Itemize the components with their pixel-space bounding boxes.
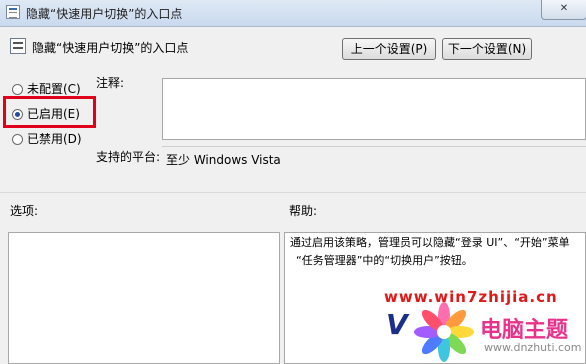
radio-button-icon[interactable] (12, 134, 23, 145)
comment-label: 注释: (96, 76, 125, 90)
help-label: 帮助: (289, 204, 318, 218)
radio-label-not-configured: 未配置(C) (27, 82, 81, 96)
watermark-brand: 电脑主题 (480, 318, 569, 343)
help-text-line: “任务管理器”中的“切换用户”按钮。 (296, 254, 473, 267)
help-text-line: 通过启用该策略，管理员可以隐藏“登录 UI”、“开始”菜单 (290, 236, 570, 249)
radio-label-disabled: 已禁用(D) (27, 132, 82, 146)
watermark-letter: V (386, 308, 408, 341)
policy-title: 隐藏“快速用户切换”的入口点 (32, 41, 189, 55)
help-text: 通过启用该策略，管理员可以隐藏“登录 UI”、“开始”菜单 “任务管理器”中的“… (290, 234, 586, 270)
close-button[interactable]: ✕ (541, 0, 586, 20)
previous-setting-button[interactable]: 上一个设置(P) (342, 38, 436, 60)
section-divider (0, 192, 586, 193)
comment-textarea[interactable] (162, 78, 586, 140)
next-setting-button[interactable]: 下一个设置(N) (442, 38, 532, 60)
window-title: 隐藏“快速用户切换”的入口点 (26, 7, 183, 21)
flower-logo-icon (414, 302, 474, 362)
policy-setting-icon (10, 38, 26, 54)
radio-button-icon[interactable] (12, 84, 23, 95)
title-bar: 隐藏“快速用户切换”的入口点 ✕ (0, 0, 586, 27)
options-panel (8, 232, 280, 364)
watermark-url-secondary: www.dnzhuti.com (484, 341, 582, 354)
radio-not-configured[interactable]: 未配置(C) (12, 80, 81, 97)
highlight-annotation-box (3, 96, 96, 128)
platform-box: 至少 Windows Vista (162, 146, 586, 187)
radio-disabled[interactable]: 已禁用(D) (12, 130, 82, 147)
platform-value: 至少 Windows Vista (166, 153, 281, 167)
platform-label: 支持的平台: (96, 150, 161, 164)
options-label: 选项: (10, 204, 39, 218)
policy-window-icon (6, 5, 20, 19)
